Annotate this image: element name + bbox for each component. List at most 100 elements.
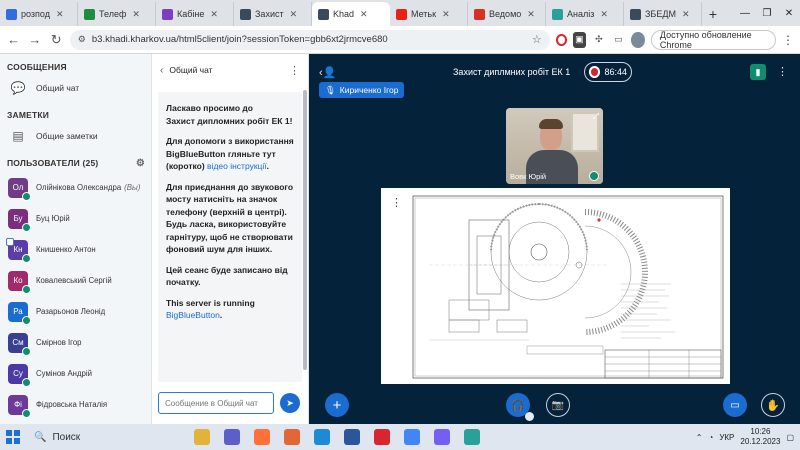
share-webcam-button[interactable]: 📷 (546, 393, 570, 417)
person-hair (539, 119, 563, 129)
record-icon (589, 66, 601, 78)
browser-tab[interactable]: Захист ✕ (234, 2, 312, 26)
language-indicator[interactable]: УКР (719, 433, 734, 442)
slide-options-icon[interactable]: ⋮ (391, 196, 402, 209)
avatar: Ра (8, 301, 31, 325)
browser-tab[interactable]: Метьк ✕ (390, 2, 468, 26)
browser-menu-icon[interactable]: ⋮ (782, 33, 794, 47)
tray-chevron-icon[interactable]: ⌃ (696, 433, 703, 442)
user-list-item[interactable]: Ко Ковалевський Сергій (0, 265, 151, 296)
send-message-button[interactable]: ➤ (280, 393, 300, 413)
avatar-initials: См (12, 338, 24, 347)
user-list-item[interactable]: Ра Разарьонов Леонід (0, 296, 151, 327)
tab-close-icon[interactable]: ✕ (442, 9, 450, 20)
chat-input-row: ➤ (158, 392, 303, 414)
clock[interactable]: 10:26 20.12.2023 (740, 427, 780, 447)
actions-plus-button[interactable]: + (325, 393, 349, 417)
edge-icon[interactable] (314, 429, 330, 445)
avatar-initials: Фі (14, 400, 22, 409)
user-list-item[interactable]: Бу Буц Юрій (0, 203, 151, 234)
connection-status-icon[interactable]: ▮ (750, 64, 766, 80)
firefox-icon[interactable] (254, 429, 270, 445)
close-icon[interactable]: ✕ (778, 8, 800, 19)
clock-date: 20.12.2023 (740, 437, 781, 446)
user-list-item[interactable]: Кн Книшенко Антон (0, 234, 151, 265)
explorer-icon[interactable] (194, 429, 210, 445)
tab-close-icon[interactable]: ✕ (360, 9, 368, 20)
public-chat-label: Общий чат (36, 83, 80, 93)
avatar: См (8, 332, 31, 356)
tab-close-icon[interactable]: ✕ (132, 9, 140, 20)
user-list-item[interactable]: Фі Фідровська Наталія (0, 389, 151, 420)
webcam-video[interactable]: ⤢ Вовк Юрій (506, 108, 603, 184)
network-icon[interactable]: ◔ (708, 433, 713, 442)
back-icon[interactable]: ← (6, 32, 21, 47)
tab-close-icon[interactable]: ✕ (527, 9, 535, 20)
raise-hand-button[interactable]: ✋ (761, 393, 785, 417)
webcam-mic-icon (589, 171, 599, 181)
public-chat-item[interactable]: 💬 Общий чат (0, 76, 151, 100)
browser-tab[interactable]: Телеф ✕ (78, 2, 156, 26)
taskbar-apps (194, 429, 480, 445)
site-info-icon[interactable]: ⚙ (78, 34, 86, 45)
chrome-icon[interactable] (404, 429, 420, 445)
browser-tab[interactable]: Khad ✕ (312, 2, 390, 26)
audio-headset-button[interactable]: 🎧 (506, 393, 534, 421)
chat-message-input[interactable] (158, 392, 274, 414)
audio-settings-icon[interactable] (525, 412, 534, 421)
site-icon (552, 8, 563, 20)
tab-close-icon[interactable]: ✕ (290, 9, 298, 20)
teams-icon[interactable] (224, 429, 240, 445)
users-toggle-icon[interactable]: ‹👤 (319, 66, 336, 79)
user-list-item[interactable]: См Смірнов Ігор (0, 327, 151, 358)
presentation-toggle-button[interactable]: ▭ (723, 393, 747, 417)
puzzle-extensions-icon[interactable]: ✣ (592, 32, 606, 48)
profile-avatar[interactable] (631, 31, 645, 48)
user-name-text: Ковалевський Сергій (36, 276, 112, 285)
chat-options-icon[interactable]: ⋮ (289, 64, 300, 77)
browser-tab[interactable]: Кабіне ✕ (156, 2, 234, 26)
fullscreen-icon[interactable]: ⤢ (593, 112, 599, 122)
browser-tab[interactable]: розпод ✕ (0, 2, 78, 26)
taskbar-search[interactable]: 🔍 Поиск (28, 427, 146, 447)
tab-close-icon[interactable]: ✕ (56, 9, 64, 20)
chat-scrollbar[interactable] (303, 90, 307, 370)
user-settings-gear-icon[interactable]: ⚙ (136, 158, 145, 169)
bookmark-star-icon[interactable]: ☆ (532, 33, 542, 46)
new-tab-button[interactable]: + (702, 2, 724, 26)
extension-icon[interactable]: ▣ (572, 31, 587, 48)
recording-indicator[interactable]: 86:44 (584, 62, 632, 82)
bigbluebutton-link[interactable]: BigBlueButton (166, 310, 220, 320)
user-list-item[interactable]: Су Сумінов Андрій (0, 358, 151, 389)
matlab-icon[interactable] (284, 429, 300, 445)
app-icon[interactable] (464, 429, 480, 445)
tab-close-icon[interactable]: ✕ (210, 9, 218, 20)
viber-icon[interactable] (434, 429, 450, 445)
user-list-item[interactable]: Ол Олійнікова Олександра (Вы) (0, 172, 151, 203)
maximize-icon[interactable]: ❐ (756, 8, 778, 19)
forward-icon[interactable]: → (27, 32, 42, 47)
presentation-slide[interactable]: ⋮ (381, 188, 730, 384)
shared-notes-item[interactable]: ▤ Общие заметки (0, 124, 151, 148)
opera-extension-icon[interactable] (555, 33, 567, 46)
tab-close-icon[interactable]: ✕ (600, 9, 608, 20)
chevron-left-icon[interactable]: ‹ (160, 65, 163, 76)
bbb-icon (630, 8, 641, 20)
video-instructions-link[interactable]: відео інструкції (207, 161, 267, 171)
notifications-icon[interactable]: ▢ (786, 433, 794, 442)
minimize-icon[interactable]: — (734, 8, 756, 19)
browser-tab[interactable]: ЗБЕДМ ✕ (624, 2, 702, 26)
options-menu-icon[interactable]: ⋮ (777, 65, 788, 78)
user-mic-icon (22, 222, 31, 232)
reload-icon[interactable]: ↻ (49, 32, 64, 48)
chrome-update-button[interactable]: Доступно обновление Chrome (650, 29, 776, 50)
sidepanel-icon[interactable]: ▭ (612, 32, 626, 48)
word-icon[interactable] (344, 429, 360, 445)
browser-tab[interactable]: Аналіз ✕ (546, 2, 624, 26)
address-bar[interactable]: ⚙ b3.khadi.kharkov.ua/html5client/join?s… (69, 29, 550, 50)
browser-tab[interactable]: Ведомо ✕ (468, 2, 546, 26)
tab-close-icon[interactable]: ✕ (682, 9, 690, 20)
opera-icon[interactable] (374, 429, 390, 445)
user-mic-icon (22, 408, 31, 418)
windows-start-icon[interactable] (6, 430, 20, 444)
